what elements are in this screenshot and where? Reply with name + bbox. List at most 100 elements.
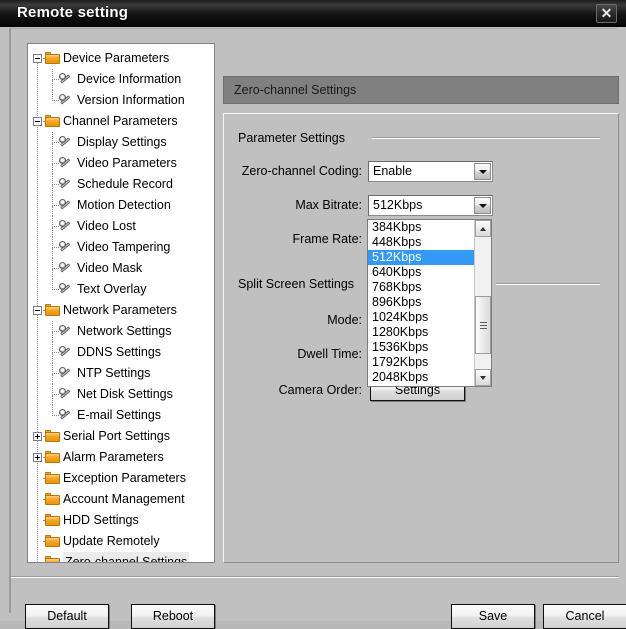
sidebar-item-label: Update Remotely — [63, 534, 160, 548]
dropdown-option[interactable]: 1536Kbps — [368, 340, 476, 355]
sidebar-item-video-lost[interactable]: Video Lost — [28, 216, 214, 237]
wrench-icon — [59, 388, 73, 401]
wrench-icon — [59, 178, 73, 191]
sidebar-item-label: Alarm Parameters — [63, 450, 164, 464]
navigation-tree[interactable]: Device Parameters Device Information Versi… — [27, 43, 215, 563]
sidebar-item-device-information[interactable]: Device Information — [28, 69, 214, 90]
dropdown-options[interactable]: 384Kbps 448Kbps 512Kbps 640Kbps 768Kbps 896Kb… — [368, 220, 476, 385]
collapse-icon[interactable] — [33, 117, 42, 126]
label-camera-order: Camera Order: — [278, 383, 362, 397]
scrollbar-thumb[interactable] — [475, 296, 491, 354]
scroll-up-icon[interactable] — [475, 220, 491, 237]
scrollbar-grip-icon — [480, 322, 487, 329]
dropdown-option[interactable]: 896Kbps — [368, 295, 476, 310]
sidebar-item-exception-parameters[interactable]: Exception Parameters — [28, 468, 214, 489]
sidebar-item-label: Net Disk Settings — [77, 387, 173, 401]
group-separator-parameter-settings — [372, 138, 600, 139]
zero-channel-coding-select[interactable]: Enable — [368, 161, 493, 182]
dropdown-scrollbar[interactable] — [474, 220, 491, 386]
dialog-client-area: Device Parameters Device Information Versi… — [9, 28, 626, 629]
reboot-button[interactable]: Reboot — [131, 604, 215, 629]
folder-icon — [45, 430, 60, 442]
sidebar-item-label: Version Information — [77, 93, 185, 107]
folder-icon — [45, 535, 60, 547]
tree-connector — [52, 227, 54, 237]
folder-icon — [45, 115, 60, 127]
sidebar-item-video-mask[interactable]: Video Mask — [28, 258, 214, 279]
wrench-icon — [59, 325, 73, 338]
dropdown-option[interactable]: 1024Kbps — [368, 310, 476, 325]
dropdown-option[interactable]: 640Kbps — [368, 265, 476, 280]
tree-connector — [52, 374, 54, 384]
sidebar-item-hdd-settings[interactable]: HDD Settings — [28, 510, 214, 531]
dropdown-option[interactable]: 1280Kbps — [368, 325, 476, 340]
close-glyph: ✕ — [600, 5, 613, 21]
tree-connector — [52, 143, 54, 153]
sidebar-item-serial-port-settings[interactable]: Serial Port Settings — [28, 426, 214, 447]
window-title: Remote setting — [17, 4, 129, 21]
chevron-down-icon[interactable] — [474, 197, 491, 214]
sidebar-item-label: NTP Settings — [77, 366, 151, 380]
label-zero-channel-coding: Zero-channel Coding: — [241, 164, 362, 178]
dropdown-option[interactable]: 768Kbps — [368, 280, 476, 295]
dropdown-option[interactable]: 384Kbps — [368, 220, 476, 235]
tree-connector — [52, 206, 54, 216]
sidebar-item-net-disk-settings[interactable]: Net Disk Settings — [28, 384, 214, 405]
folder-icon — [45, 304, 60, 316]
sidebar-item-label: Serial Port Settings — [63, 429, 170, 443]
label-frame-rate: Frame Rate: — [292, 232, 362, 246]
wrench-icon — [59, 73, 73, 86]
tree-connector — [52, 153, 54, 164]
expand-icon[interactable] — [33, 453, 42, 462]
sidebar-item-ddns-settings[interactable]: DDNS Settings — [28, 342, 214, 363]
max-bitrate-select[interactable]: 512Kbps — [368, 195, 493, 216]
sidebar-item-display-settings[interactable]: Display Settings — [28, 132, 214, 153]
cancel-button[interactable]: Cancel — [543, 604, 626, 629]
tree-connector — [52, 69, 54, 80]
wrench-icon — [59, 136, 73, 149]
sidebar-item-motion-detection[interactable]: Motion Detection — [28, 195, 214, 216]
sidebar-item-channel-parameters[interactable]: Channel Parameters — [28, 111, 214, 132]
dropdown-option[interactable]: 512Kbps — [368, 250, 476, 265]
sidebar-item-video-tampering[interactable]: Video Tampering — [28, 237, 214, 258]
tree-connector — [52, 321, 54, 332]
sidebar-item-label: HDD Settings — [63, 513, 139, 527]
sidebar-item-schedule-record[interactable]: Schedule Record — [28, 174, 214, 195]
group-separator-split-screen-settings — [496, 284, 600, 285]
save-button[interactable]: Save — [451, 604, 535, 629]
sidebar-item-label: Video Lost — [77, 219, 136, 233]
sidebar-item-device-parameters[interactable]: Device Parameters — [28, 48, 214, 69]
dropdown-option[interactable]: 1792Kbps — [368, 355, 476, 370]
tree-connector — [52, 216, 54, 227]
sidebar-item-version-information[interactable]: Version Information — [28, 90, 214, 111]
label-mode: Mode: — [327, 313, 362, 327]
dropdown-option[interactable]: 2048Kbps — [368, 370, 476, 385]
sidebar-item-network-parameters[interactable]: Network Parameters — [28, 300, 214, 321]
sidebar-item-label: Schedule Record — [77, 177, 173, 191]
sidebar-item-label: Display Settings — [77, 135, 167, 149]
sidebar-item-text-overlay[interactable]: Text Overlay — [28, 279, 214, 300]
max-bitrate-dropdown-list[interactable]: 384Kbps 448Kbps 512Kbps 640Kbps 768Kbps 896Kb… — [367, 219, 492, 387]
close-icon[interactable]: ✕ — [596, 4, 617, 23]
sidebar-item-update-remotely[interactable]: Update Remotely — [28, 531, 214, 552]
wrench-icon — [59, 220, 73, 233]
sidebar-item-video-parameters[interactable]: Video Parameters — [28, 153, 214, 174]
sidebar-item-e-mail-settings[interactable]: E-mail Settings — [28, 405, 214, 426]
collapse-icon[interactable] — [33, 306, 42, 315]
folder-icon — [45, 493, 60, 505]
scroll-down-icon[interactable] — [475, 369, 491, 386]
content-header: Zero-channel Settings — [223, 76, 619, 104]
sidebar-item-label: Motion Detection — [77, 198, 171, 212]
sidebar-item-network-settings[interactable]: Network Settings — [28, 321, 214, 342]
collapse-icon[interactable] — [33, 54, 42, 63]
sidebar-item-ntp-settings[interactable]: NTP Settings — [28, 363, 214, 384]
sidebar-item-alarm-parameters[interactable]: Alarm Parameters — [28, 447, 214, 468]
sidebar-item-account-management[interactable]: Account Management — [28, 489, 214, 510]
wrench-icon — [59, 94, 73, 107]
tree-connector — [52, 90, 54, 101]
sidebar-item-zero-channel-settings[interactable]: Zero-channel Settings — [28, 552, 214, 562]
expand-icon[interactable] — [33, 432, 42, 441]
dropdown-option[interactable]: 448Kbps — [368, 235, 476, 250]
default-button[interactable]: Default — [25, 604, 109, 629]
chevron-down-icon[interactable] — [474, 163, 491, 180]
